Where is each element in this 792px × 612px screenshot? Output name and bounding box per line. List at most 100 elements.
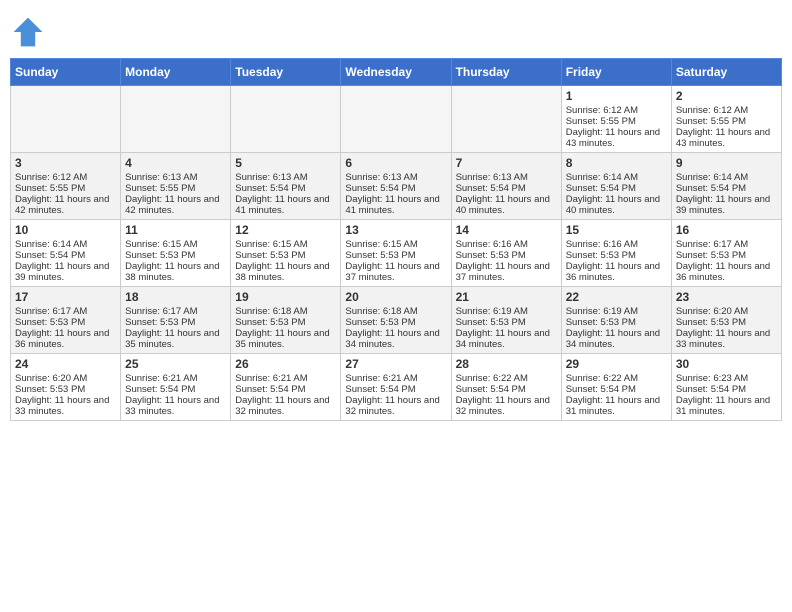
- sunset-text: Sunset: 5:54 PM: [125, 384, 226, 395]
- calendar-day: 9Sunrise: 6:14 AMSunset: 5:54 PMDaylight…: [671, 153, 781, 220]
- sunset-text: Sunset: 5:54 PM: [676, 183, 777, 194]
- day-number: 7: [456, 156, 557, 170]
- calendar-week-row: 1Sunrise: 6:12 AMSunset: 5:55 PMDaylight…: [11, 86, 782, 153]
- sunrise-text: Sunrise: 6:22 AM: [566, 373, 667, 384]
- day-number: 26: [235, 357, 336, 371]
- daylight-text: Daylight: 11 hours and 35 minutes.: [125, 328, 226, 350]
- calendar-day: [231, 86, 341, 153]
- daylight-text: Daylight: 11 hours and 32 minutes.: [345, 395, 446, 417]
- calendar-day: [341, 86, 451, 153]
- sunrise-text: Sunrise: 6:18 AM: [235, 306, 336, 317]
- sunset-text: Sunset: 5:53 PM: [235, 317, 336, 328]
- calendar-day: 5Sunrise: 6:13 AMSunset: 5:54 PMDaylight…: [231, 153, 341, 220]
- day-number: 13: [345, 223, 446, 237]
- calendar-day: 19Sunrise: 6:18 AMSunset: 5:53 PMDayligh…: [231, 287, 341, 354]
- daylight-text: Daylight: 11 hours and 41 minutes.: [345, 194, 446, 216]
- day-number: 8: [566, 156, 667, 170]
- calendar-day: 27Sunrise: 6:21 AMSunset: 5:54 PMDayligh…: [341, 354, 451, 421]
- sunrise-text: Sunrise: 6:12 AM: [15, 172, 116, 183]
- sunset-text: Sunset: 5:53 PM: [345, 317, 446, 328]
- day-number: 4: [125, 156, 226, 170]
- day-number: 16: [676, 223, 777, 237]
- sunset-text: Sunset: 5:53 PM: [235, 250, 336, 261]
- calendar-week-row: 10Sunrise: 6:14 AMSunset: 5:54 PMDayligh…: [11, 220, 782, 287]
- sunrise-text: Sunrise: 6:15 AM: [125, 239, 226, 250]
- sunrise-text: Sunrise: 6:14 AM: [566, 172, 667, 183]
- day-number: 18: [125, 290, 226, 304]
- sunrise-text: Sunrise: 6:18 AM: [345, 306, 446, 317]
- daylight-text: Daylight: 11 hours and 36 minutes.: [676, 261, 777, 283]
- day-number: 5: [235, 156, 336, 170]
- sunset-text: Sunset: 5:54 PM: [235, 183, 336, 194]
- logo: [10, 14, 50, 50]
- calendar-day: 24Sunrise: 6:20 AMSunset: 5:53 PMDayligh…: [11, 354, 121, 421]
- sunrise-text: Sunrise: 6:17 AM: [15, 306, 116, 317]
- calendar-day: 15Sunrise: 6:16 AMSunset: 5:53 PMDayligh…: [561, 220, 671, 287]
- sunrise-text: Sunrise: 6:21 AM: [125, 373, 226, 384]
- day-number: 10: [15, 223, 116, 237]
- day-number: 28: [456, 357, 557, 371]
- daylight-text: Daylight: 11 hours and 34 minutes.: [345, 328, 446, 350]
- sunset-text: Sunset: 5:54 PM: [456, 183, 557, 194]
- sunset-text: Sunset: 5:54 PM: [566, 384, 667, 395]
- daylight-text: Daylight: 11 hours and 33 minutes.: [676, 328, 777, 350]
- daylight-text: Daylight: 11 hours and 37 minutes.: [456, 261, 557, 283]
- calendar-day: 22Sunrise: 6:19 AMSunset: 5:53 PMDayligh…: [561, 287, 671, 354]
- daylight-text: Daylight: 11 hours and 34 minutes.: [456, 328, 557, 350]
- calendar-header-monday: Monday: [121, 59, 231, 86]
- header: [10, 10, 782, 50]
- calendar-day: 8Sunrise: 6:14 AMSunset: 5:54 PMDaylight…: [561, 153, 671, 220]
- sunset-text: Sunset: 5:53 PM: [345, 250, 446, 261]
- day-number: 11: [125, 223, 226, 237]
- calendar-day: 1Sunrise: 6:12 AMSunset: 5:55 PMDaylight…: [561, 86, 671, 153]
- daylight-text: Daylight: 11 hours and 43 minutes.: [566, 127, 667, 149]
- daylight-text: Daylight: 11 hours and 36 minutes.: [566, 261, 667, 283]
- day-number: 14: [456, 223, 557, 237]
- calendar-header-thursday: Thursday: [451, 59, 561, 86]
- day-number: 27: [345, 357, 446, 371]
- calendar-week-row: 3Sunrise: 6:12 AMSunset: 5:55 PMDaylight…: [11, 153, 782, 220]
- sunset-text: Sunset: 5:53 PM: [125, 250, 226, 261]
- calendar-day: [451, 86, 561, 153]
- daylight-text: Daylight: 11 hours and 40 minutes.: [456, 194, 557, 216]
- calendar-day: 17Sunrise: 6:17 AMSunset: 5:53 PMDayligh…: [11, 287, 121, 354]
- daylight-text: Daylight: 11 hours and 32 minutes.: [235, 395, 336, 417]
- daylight-text: Daylight: 11 hours and 33 minutes.: [15, 395, 116, 417]
- sunrise-text: Sunrise: 6:17 AM: [125, 306, 226, 317]
- daylight-text: Daylight: 11 hours and 34 minutes.: [566, 328, 667, 350]
- day-number: 17: [15, 290, 116, 304]
- calendar-header-row: SundayMondayTuesdayWednesdayThursdayFrid…: [11, 59, 782, 86]
- daylight-text: Daylight: 11 hours and 42 minutes.: [15, 194, 116, 216]
- sunrise-text: Sunrise: 6:15 AM: [345, 239, 446, 250]
- calendar-day: 28Sunrise: 6:22 AMSunset: 5:54 PMDayligh…: [451, 354, 561, 421]
- calendar-day: 10Sunrise: 6:14 AMSunset: 5:54 PMDayligh…: [11, 220, 121, 287]
- sunrise-text: Sunrise: 6:13 AM: [456, 172, 557, 183]
- calendar-header-wednesday: Wednesday: [341, 59, 451, 86]
- day-number: 24: [15, 357, 116, 371]
- sunrise-text: Sunrise: 6:19 AM: [456, 306, 557, 317]
- daylight-text: Daylight: 11 hours and 41 minutes.: [235, 194, 336, 216]
- calendar-day: 3Sunrise: 6:12 AMSunset: 5:55 PMDaylight…: [11, 153, 121, 220]
- calendar-day: 7 Sunrise: 6:13 AMSunset: 5:54 PMDaylight…: [451, 153, 561, 220]
- calendar: SundayMondayTuesdayWednesdayThursdayFrid…: [10, 58, 782, 421]
- calendar-day: 29Sunrise: 6:22 AMSunset: 5:54 PMDayligh…: [561, 354, 671, 421]
- daylight-text: Daylight: 11 hours and 37 minutes.: [345, 261, 446, 283]
- sunrise-text: Sunrise: 6:15 AM: [235, 239, 336, 250]
- calendar-day: 14Sunrise: 6:16 AMSunset: 5:53 PMDayligh…: [451, 220, 561, 287]
- sunset-text: Sunset: 5:53 PM: [566, 317, 667, 328]
- day-number: 15: [566, 223, 667, 237]
- daylight-text: Daylight: 11 hours and 31 minutes.: [566, 395, 667, 417]
- sunset-text: Sunset: 5:54 PM: [345, 183, 446, 194]
- sunrise-text: Sunrise: 6:13 AM: [125, 172, 226, 183]
- day-number: 23: [676, 290, 777, 304]
- sunset-text: Sunset: 5:55 PM: [125, 183, 226, 194]
- calendar-day: 18Sunrise: 6:17 AMSunset: 5:53 PMDayligh…: [121, 287, 231, 354]
- calendar-day: [121, 86, 231, 153]
- calendar-day: 30Sunrise: 6:23 AMSunset: 5:54 PMDayligh…: [671, 354, 781, 421]
- day-number: 21: [456, 290, 557, 304]
- calendar-day: [11, 86, 121, 153]
- sunset-text: Sunset: 5:53 PM: [676, 250, 777, 261]
- sunrise-text: Sunrise: 6:20 AM: [676, 306, 777, 317]
- sunset-text: Sunset: 5:54 PM: [345, 384, 446, 395]
- sunrise-text: Sunrise: 6:12 AM: [566, 105, 667, 116]
